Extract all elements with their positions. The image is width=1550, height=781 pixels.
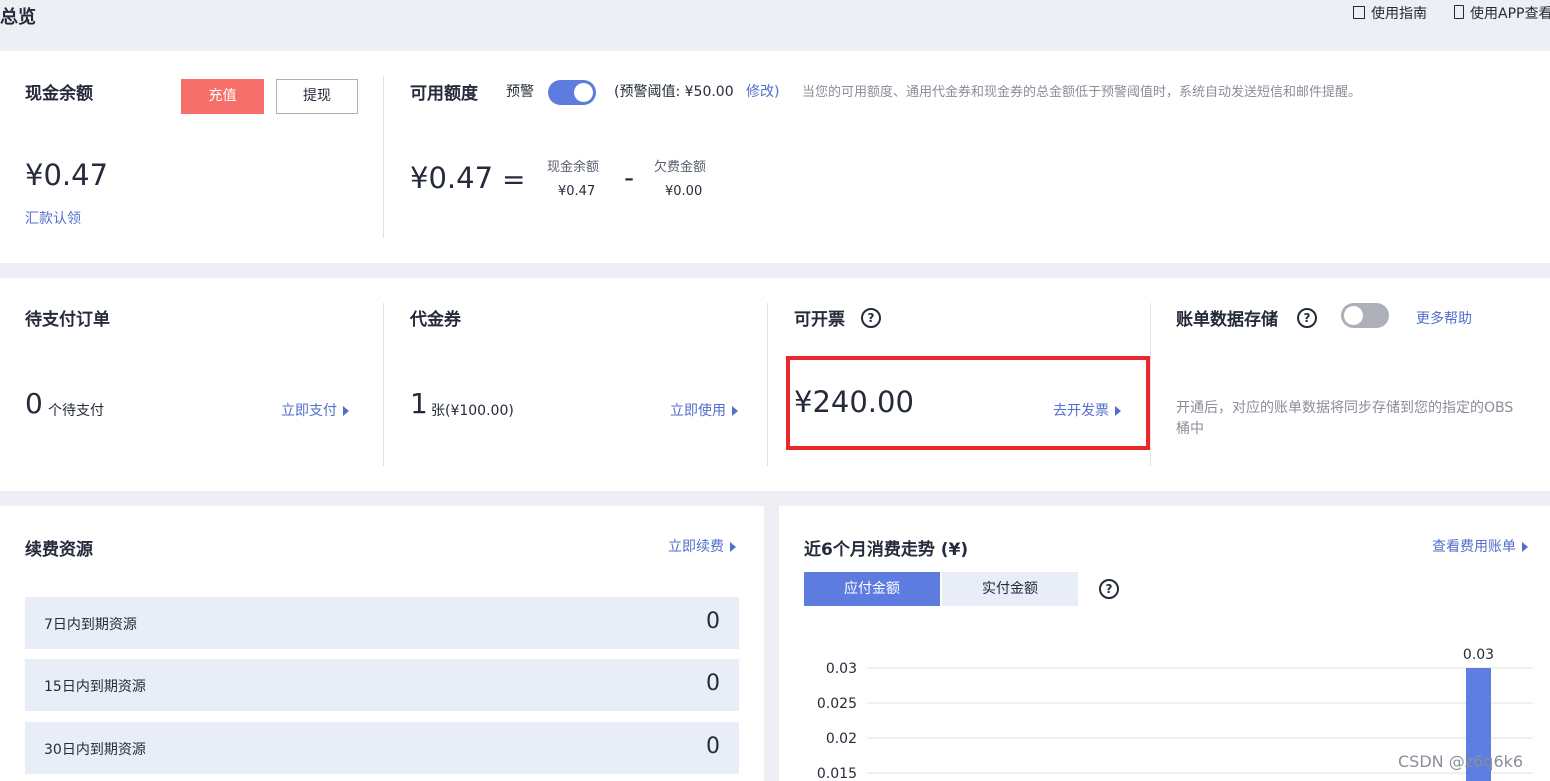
list-item[interactable]: 15日内到期资源 0 [25,659,739,711]
use-now-link[interactable]: 立即使用 [670,400,738,420]
modify-link[interactable]: 修改) [746,81,779,101]
available-title: 可用额度 [410,84,478,104]
y-tick-label: 0.025 [817,696,857,712]
renew-now-label: 立即续费 [668,539,724,555]
coupons-unit: 张(¥100.00) [431,403,514,419]
divider [383,303,384,466]
row-value: 0 [706,734,720,759]
list-item[interactable]: 7日内到期资源 0 [25,597,739,649]
help-icon[interactable]: ? [1297,308,1317,328]
caret-right-icon [730,542,736,552]
divider [383,76,384,238]
cash-amount: ¥0.47 [25,158,109,192]
owed-sub-value: ¥0.00 [665,184,703,199]
remit-link[interactable]: 汇款认领 [25,208,81,228]
view-bill-label: 查看费用账单 [1432,539,1516,555]
toggle-knob [574,83,593,102]
trend-card: 近6个月消费走势 (¥) 查看费用账单 应付金额 实付金额 ? 0.03 0.02… [779,506,1550,781]
owed-sub-label: 欠费金额 [654,160,707,175]
threshold-text: (预警阈值: ¥50.00 [614,84,734,100]
caret-right-icon [1115,406,1121,416]
available-amount: ¥0.47 [410,161,494,195]
minus-sign: - [624,161,635,194]
renew-now-link[interactable]: 立即续费 [668,536,736,556]
toggle-knob [1344,306,1363,325]
more-help-link[interactable]: 更多帮助 [1416,308,1472,328]
divider [1150,303,1151,466]
invoice-title: 可开票 [794,310,845,330]
invoice-link-label: 去开发票 [1053,403,1109,419]
coupons-title: 代金券 [410,310,461,330]
caret-right-icon [1522,542,1528,552]
balance-card: 现金余额 充值 提现 ¥0.47 汇款认领 可用额度 预警 (预警阈值: ¥50… [0,51,1550,263]
alert-toggle[interactable] [548,80,596,105]
orders-count: 0 [25,387,43,420]
renew-card: 续费资源 立即续费 7日内到期资源 0 15日内到期资源 0 30日内到期资源 … [0,506,764,781]
watermark: CSDN @z6q6k6 [1398,752,1524,771]
guide-label: 使用指南 [1371,6,1427,22]
guide-link[interactable]: 使用指南 [1353,3,1427,23]
phone-icon [1454,5,1464,19]
bar-data-label: 0.03 [1463,647,1494,663]
orders-title: 待支付订单 [25,310,110,330]
help-icon[interactable]: ? [1099,579,1119,599]
equals-sign: = [502,163,526,196]
y-tick-label: 0.02 [826,731,857,747]
invoice-amount: ¥240.00 [794,385,914,419]
coupons-count: 1 [410,387,428,420]
orders-unit: 个待支付 [48,403,104,419]
y-tick-label: 0.03 [826,661,857,677]
list-item[interactable]: 30日内到期资源 0 [25,722,739,774]
tab-payable[interactable]: 应付金额 [804,572,940,606]
use-now-label: 立即使用 [670,403,726,419]
help-icon[interactable]: ? [861,308,881,328]
recharge-button[interactable]: 充值 [181,79,264,114]
storage-desc: 开通后，对应的账单数据将同步存储到您的指定的OBS桶中 [1176,400,1514,437]
row-label: 15日内到期资源 [44,679,146,695]
invoice-link[interactable]: 去开发票 [1053,400,1121,420]
cash-sub-value: ¥0.47 [558,184,596,199]
caret-right-icon [343,406,349,416]
app-label: 使用APP查看 [1470,6,1550,22]
renew-title: 续费资源 [25,540,93,560]
pay-now-link[interactable]: 立即支付 [281,400,349,420]
row-label: 30日内到期资源 [44,742,146,758]
alert-notice: 当您的可用额度、通用代金券和现金券的总金额低于预警阈值时，系统自动发送短信和邮件… [802,85,1362,100]
storage-toggle[interactable] [1341,303,1389,328]
tab-actual[interactable]: 实付金额 [942,572,1078,606]
summary-card: 待支付订单 0 个待支付 立即支付 代金券 1 张(¥100.00) 立即使用 … [0,278,1550,491]
storage-title: 账单数据存储 [1176,310,1278,330]
divider [767,303,768,466]
row-label: 7日内到期资源 [44,617,137,633]
caret-right-icon [732,406,738,416]
pay-now-label: 立即支付 [281,403,337,419]
app-link[interactable]: 使用APP查看 [1454,3,1550,23]
cash-sub-label: 现金余额 [547,160,600,175]
row-value: 0 [706,671,720,696]
view-bill-link[interactable]: 查看费用账单 [1432,536,1528,556]
row-value: 0 [706,609,720,634]
alert-label: 预警 [506,84,534,100]
cash-title: 现金余额 [25,84,93,104]
page-title: 总览 [0,7,36,28]
trend-title: 近6个月消费走势 (¥) [804,540,969,560]
withdraw-button[interactable]: 提现 [276,79,358,114]
edit-icon [1353,6,1365,19]
y-tick-label: 0.015 [817,766,857,781]
